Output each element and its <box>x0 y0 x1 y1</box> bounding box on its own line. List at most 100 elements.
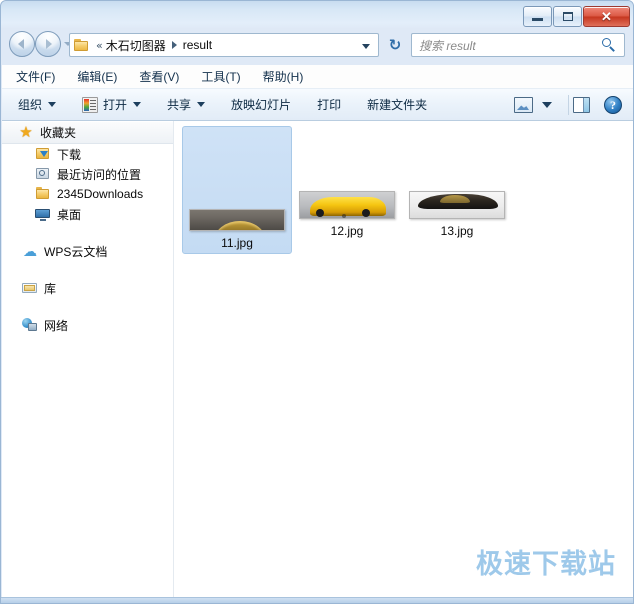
chevron-down-icon <box>197 102 206 107</box>
print-label: 打印 <box>317 98 342 112</box>
refresh-button[interactable]: ↻ <box>383 33 407 57</box>
help-icon[interactable]: ? <box>604 96 622 114</box>
address-row: « 木石切图器 result ↻ 搜索 result <box>1 29 633 65</box>
sidebar-item-wps-cloud[interactable]: ☁ WPS云文档 <box>2 241 173 261</box>
forward-button[interactable] <box>35 31 61 57</box>
nav-group-libraries: 库 <box>2 278 173 298</box>
file-item[interactable]: 11.jpg <box>182 126 292 254</box>
address-chevron-down-icon[interactable] <box>362 44 370 49</box>
chevron-down-icon <box>48 102 57 107</box>
file-item[interactable]: 13.jpg <box>402 126 512 242</box>
thumbnail-wrapper <box>185 131 289 231</box>
minimize-icon <box>532 18 543 21</box>
share-button[interactable]: 共享 <box>167 96 206 113</box>
toolbar-right-group: ? <box>508 89 628 121</box>
sidebar-label-favorites: 收藏夹 <box>40 126 77 140</box>
sidebar-label-network: 网络 <box>44 318 69 333</box>
menu-item-edit[interactable]: 编辑(E) <box>77 68 117 85</box>
sidebar-label-libraries: 库 <box>44 281 57 296</box>
open-with-icon <box>82 96 99 113</box>
explorer-window: ✕ « 木石切图器 result ↻ 搜索 result 文件(F) 编辑(E)… <box>0 0 634 604</box>
share-label: 共享 <box>167 98 192 112</box>
sidebar-label-desktop: 桌面 <box>57 207 82 222</box>
recent-places-icon <box>35 166 51 182</box>
toolbar-divider <box>568 95 569 115</box>
maximize-icon <box>562 12 573 21</box>
forward-arrow-icon <box>46 39 52 49</box>
menu-item-file[interactable]: 文件(F) <box>16 68 55 85</box>
title-bar: ✕ <box>1 1 633 29</box>
sidebar-item-recent-places[interactable]: 最近访问的位置 <box>2 164 173 184</box>
navigation-pane[interactable]: ★ 收藏夹 下载 最近访问的位置 2345Downloads 桌面 ☁ WPS云… <box>2 121 174 599</box>
nav-group-wps: ☁ WPS云文档 <box>2 241 173 261</box>
image-thumbnail <box>299 191 395 219</box>
file-item[interactable]: 12.jpg <box>292 126 402 242</box>
organize-label: 组织 <box>18 98 43 112</box>
maximize-button[interactable] <box>553 6 582 27</box>
downloads-folder-icon <box>35 146 51 162</box>
sidebar-item-desktop[interactable]: 桌面 <box>2 204 173 224</box>
breadcrumb-item-1[interactable]: result <box>183 38 212 52</box>
view-mode-chevron-down-icon[interactable] <box>542 102 552 108</box>
new-folder-label: 新建文件夹 <box>367 98 428 112</box>
new-folder-button[interactable]: 新建文件夹 <box>367 96 427 113</box>
breadcrumb-overflow-icon[interactable]: « <box>96 39 103 52</box>
search-icon[interactable] <box>602 38 617 53</box>
thumbnail-wrapper <box>405 131 509 219</box>
window-bottom-edge <box>1 597 633 603</box>
open-label: 打开 <box>103 98 128 112</box>
search-input[interactable]: 搜索 result <box>411 33 625 57</box>
address-bar[interactable]: « 木石切图器 result <box>69 33 379 57</box>
minimize-button[interactable] <box>523 6 552 27</box>
navigation-buttons <box>9 31 72 57</box>
window-body: ★ 收藏夹 下载 最近访问的位置 2345Downloads 桌面 ☁ WPS云… <box>2 121 633 599</box>
library-icon <box>22 280 38 296</box>
back-button[interactable] <box>9 31 35 57</box>
image-thumbnail <box>189 209 285 231</box>
close-button[interactable]: ✕ <box>583 6 630 27</box>
sidebar-label-downloads: 下载 <box>57 147 82 162</box>
file-name: 13.jpg <box>440 224 474 238</box>
sidebar-label-wps-cloud: WPS云文档 <box>44 244 108 259</box>
star-icon: ★ <box>19 123 33 141</box>
slideshow-label: 放映幻灯片 <box>231 98 292 112</box>
close-icon: ✕ <box>601 9 612 24</box>
print-button[interactable]: 打印 <box>317 96 341 113</box>
command-toolbar: 组织 打开 共享 放映幻灯片 打印 新建文件夹 ? <box>2 89 633 121</box>
nav-group-network: 网络 <box>2 315 173 335</box>
image-thumbnail <box>409 191 505 219</box>
back-arrow-icon <box>18 39 24 49</box>
sidebar-item-libraries[interactable]: 库 <box>2 278 173 298</box>
watermark-text: 极速下载站 <box>476 549 616 580</box>
file-grid: 11.jpg 12.jpg 13.jpg <box>182 126 512 254</box>
menu-bar: 文件(F) 编辑(E) 查看(V) 工具(T) 帮助(H) <box>2 65 633 89</box>
view-mode-icon[interactable] <box>514 97 533 113</box>
sidebar-item-favorites[interactable]: ★ 收藏夹 <box>2 121 173 144</box>
breadcrumb-separator-icon[interactable] <box>171 41 177 49</box>
sidebar-item-2345downloads[interactable]: 2345Downloads <box>2 184 173 204</box>
refresh-icon: ↻ <box>388 37 402 54</box>
sidebar-item-downloads[interactable]: 下载 <box>2 144 173 164</box>
desktop-icon <box>35 206 51 222</box>
folder-icon <box>74 38 90 52</box>
slideshow-button[interactable]: 放映幻灯片 <box>231 96 291 113</box>
menu-item-view[interactable]: 查看(V) <box>139 68 179 85</box>
organize-button[interactable]: 组织 <box>18 96 57 113</box>
network-icon <box>22 317 38 333</box>
search-placeholder: 搜索 result <box>419 38 476 53</box>
open-button[interactable]: 打开 <box>82 96 142 113</box>
thumbnail-wrapper <box>295 131 399 219</box>
preview-pane-icon[interactable] <box>573 97 590 113</box>
sidebar-item-network[interactable]: 网络 <box>2 315 173 335</box>
cloud-icon: ☁ <box>23 243 37 259</box>
breadcrumb-item-0[interactable]: 木石切图器 <box>106 37 166 54</box>
menu-item-tools[interactable]: 工具(T) <box>201 68 240 85</box>
file-list-pane[interactable]: 11.jpg 12.jpg 13.jpg 极速下载站 <box>174 121 633 599</box>
window-controls: ✕ <box>523 6 630 27</box>
menu-item-help[interactable]: 帮助(H) <box>263 68 304 85</box>
sidebar-label-2345downloads: 2345Downloads <box>57 187 144 201</box>
folder-icon <box>35 186 51 202</box>
